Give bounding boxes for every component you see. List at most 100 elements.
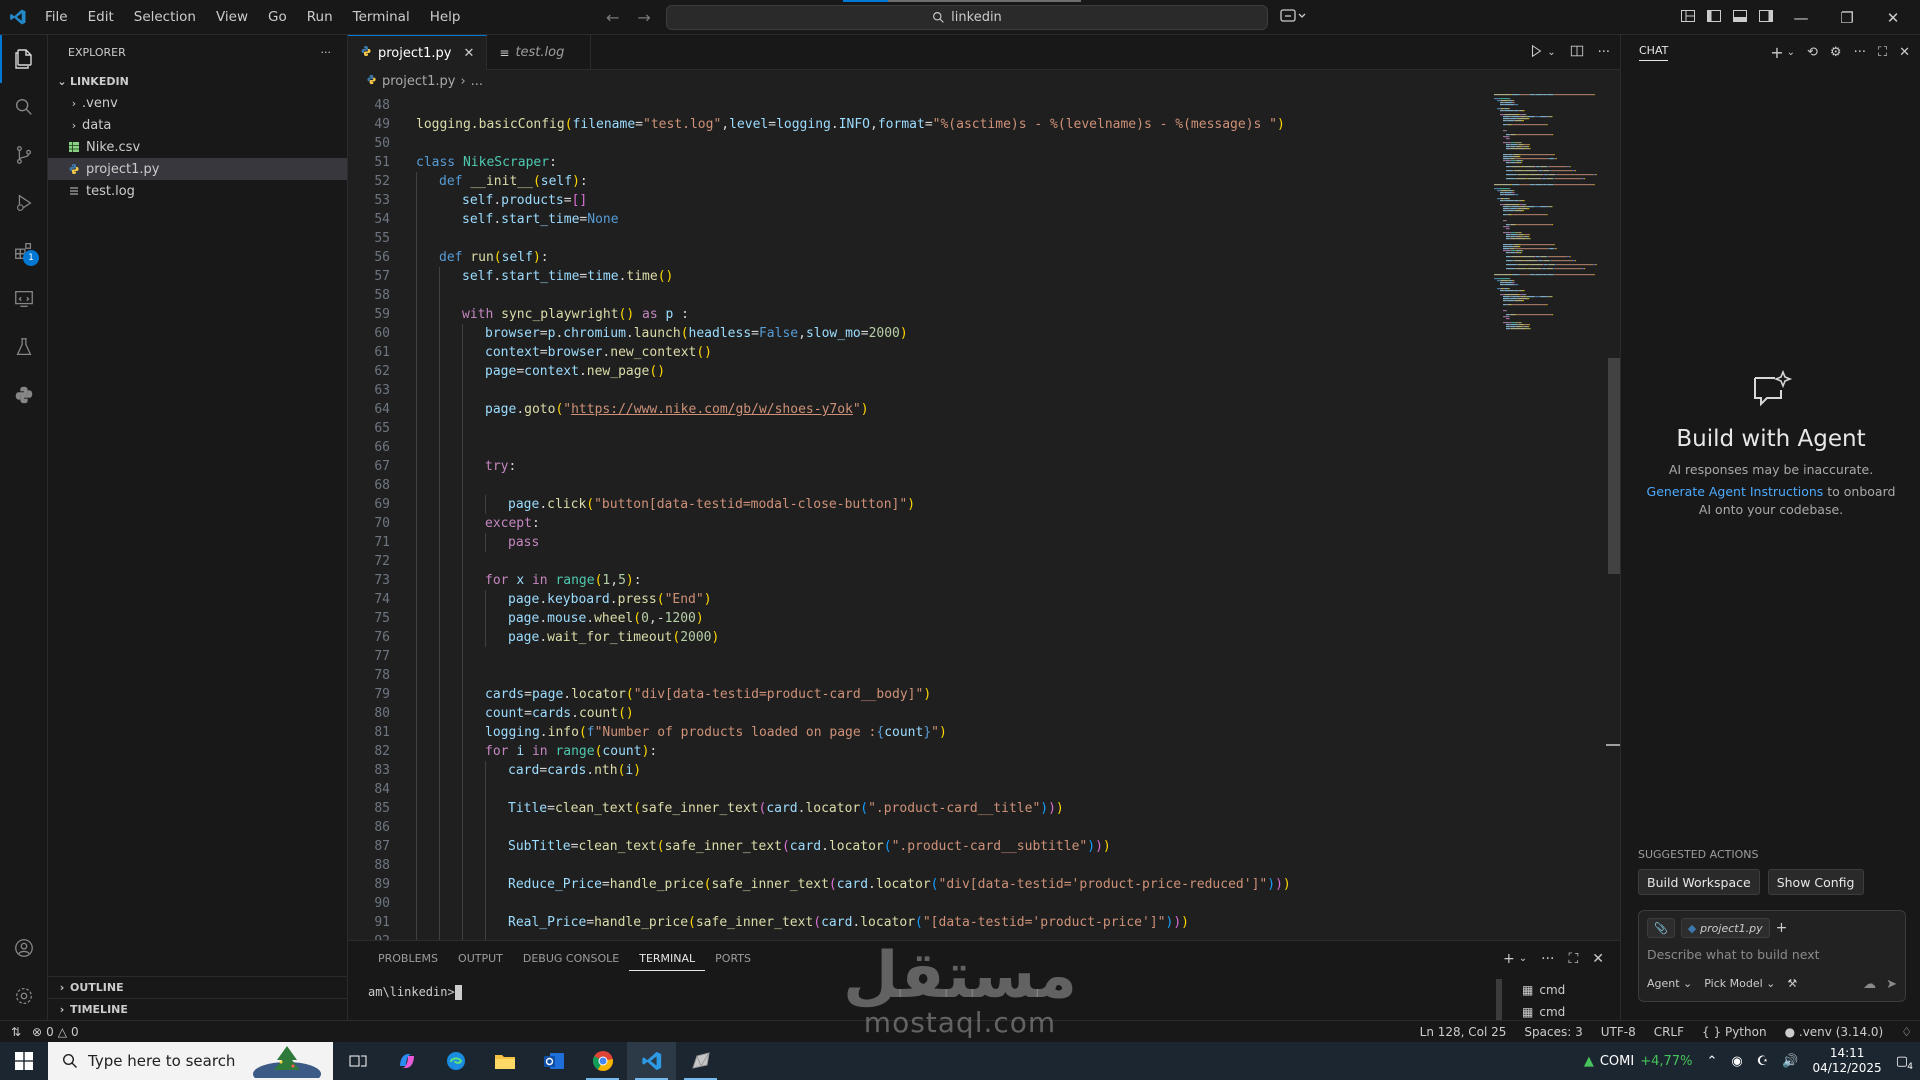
minimap[interactable] [1490, 92, 1600, 940]
scrollbar-thumb[interactable] [1608, 358, 1620, 574]
code-line[interactable]: 79 cards=page.locator("div[data-testid=pr… [348, 685, 1488, 704]
tab-debug-console[interactable]: DEBUG CONSOLE [513, 941, 629, 976]
code-line[interactable]: 54 self.start_time=None [348, 210, 1488, 229]
maximize-panel-icon[interactable]: ⛶ [1568, 951, 1578, 967]
code-line[interactable]: 76 page.wait_for_timeout(2000) [348, 628, 1488, 647]
chat-input-box[interactable]: 📎 ◆ project1.py + Describe what to build… [1638, 910, 1906, 1002]
settings-gear-icon[interactable]: ⚙ [1830, 45, 1842, 60]
manage-gear-icon[interactable] [0, 972, 48, 1020]
chrome-browser-icon[interactable] [578, 1042, 627, 1080]
tab-ports[interactable]: PORTS [705, 941, 761, 976]
code-line[interactable]: 82 for i in range(count): [348, 742, 1488, 761]
meet-now-icon[interactable]: ◉ [1731, 1054, 1742, 1069]
code-line[interactable]: 83 card=cards.nth(i) [348, 761, 1488, 780]
code-line[interactable]: 59 with sync_playwright() as p : [348, 305, 1488, 324]
code-line[interactable]: 53 self.products=[] [348, 191, 1488, 210]
encoding[interactable]: UTF-8 [1601, 1025, 1636, 1039]
timeline-section[interactable]: › TIMELINE [48, 998, 348, 1020]
chat-input-placeholder[interactable]: Describe what to build next [1647, 947, 1820, 962]
tab-test-log[interactable]: ≡ test.log [487, 35, 592, 70]
tools-icon[interactable]: ⚒ [1787, 977, 1797, 990]
taskbar-search[interactable]: Type here to search [48, 1042, 333, 1080]
source-control-icon[interactable] [0, 131, 48, 179]
toggle-panel-icon[interactable] [1732, 8, 1748, 24]
close-window-icon[interactable]: ✕ [1870, 0, 1916, 35]
explorer-icon[interactable] [0, 35, 48, 83]
add-context-icon[interactable]: + [1776, 920, 1788, 936]
cursor-position[interactable]: Ln 128, Col 25 [1420, 1025, 1507, 1039]
code-line[interactable]: 72 [348, 552, 1488, 571]
chevron-down-icon[interactable]: ⌄ [1519, 953, 1527, 964]
copilot-app-icon[interactable] [382, 1042, 431, 1080]
end-of-line[interactable]: CRLF [1654, 1025, 1684, 1039]
account-icon[interactable] [0, 924, 48, 972]
code-line[interactable]: 78 [348, 666, 1488, 685]
chat-title[interactable]: CHAT [1639, 44, 1669, 61]
indentation[interactable]: Spaces: 3 [1524, 1025, 1582, 1039]
menu-run[interactable]: Run [297, 0, 343, 35]
code-line[interactable]: 74 page.keyboard.press("End") [348, 590, 1488, 609]
tree-item-venv[interactable]: › .venv [48, 92, 347, 114]
code-line[interactable]: 51 class NikeScraper: [348, 153, 1488, 172]
send-icon[interactable]: ➤ [1886, 977, 1897, 992]
command-center-search[interactable]: linkedin [666, 5, 1268, 30]
file-explorer-icon[interactable] [480, 1042, 529, 1080]
mode-picker[interactable]: Agent ⌄ [1647, 977, 1692, 990]
wifi-icon[interactable]: ☪ [1757, 1054, 1769, 1069]
code-line[interactable]: 77 [348, 647, 1488, 666]
tree-item-project1-py[interactable]: project1.py [48, 158, 347, 180]
menu-terminal[interactable]: Terminal [343, 0, 420, 35]
tab-problems[interactable]: PROBLEMS [368, 941, 448, 976]
outlook-icon[interactable] [529, 1042, 578, 1080]
restore-icon[interactable]: ❐ [1824, 0, 1870, 35]
toggle-primary-sidebar-icon[interactable] [1706, 8, 1722, 24]
code-line[interactable]: 73 for x in range(1,5): [348, 571, 1488, 590]
python-app-icon[interactable] [676, 1042, 725, 1080]
code-line[interactable]: 65 [348, 419, 1488, 438]
delegate-cloud-icon[interactable]: ☁ [1863, 977, 1876, 992]
problems-indicator[interactable]: ⊗ 0 △ 0 [32, 1025, 79, 1039]
code-line[interactable]: 85 Title=clean_text(safe_inner_text(card.… [348, 799, 1488, 818]
code-area[interactable]: 48 49 logging.basicConfig(filename="test.l… [348, 92, 1488, 940]
code-line[interactable]: 64 page.goto("https://www.nike.com/gb/w/s… [348, 400, 1488, 419]
context-file-chip[interactable]: ◆ project1.py [1680, 918, 1770, 938]
vscode-app-icon[interactable] [627, 1042, 676, 1080]
breadcrumb-file[interactable]: project1.py [382, 74, 455, 89]
tree-item-test-log[interactable]: test.log [48, 180, 347, 202]
code-line[interactable]: 66 [348, 438, 1488, 457]
code-line[interactable]: 81 logging.info(f"Number of products load… [348, 723, 1488, 742]
stock-widget[interactable]: ▲ COMI +4,77% [1584, 1054, 1693, 1069]
outline-section[interactable]: › OUTLINE [48, 976, 348, 998]
code-line[interactable]: 63 [348, 381, 1488, 400]
notification-center-icon[interactable]: ▢ 4 [1896, 1054, 1913, 1072]
show-config-button[interactable]: Show Config [1767, 869, 1864, 895]
tree-item-nike-csv[interactable]: Nike.csv [48, 136, 347, 158]
edge-browser-icon[interactable] [431, 1042, 480, 1080]
code-line[interactable]: 60 browser=p.chromium.launch(headless=Fal… [348, 324, 1488, 343]
tab-terminal[interactable]: TERMINAL [629, 947, 706, 971]
toggle-secondary-sidebar-icon[interactable] [1758, 8, 1774, 24]
code-line[interactable]: 58 [348, 286, 1488, 305]
terminal-output[interactable]: am\linkedin> [368, 985, 462, 1000]
back-arrow-icon[interactable]: ← [606, 8, 619, 27]
code-line[interactable]: 87 SubTitle=clean_text(safe_inner_text(ca… [348, 837, 1488, 856]
testing-icon[interactable] [0, 323, 48, 371]
notifications-bell-icon[interactable]: ♢ [1901, 1025, 1912, 1039]
menu-edit[interactable]: Edit [78, 0, 124, 35]
volume-icon[interactable]: 🔊 [1782, 1054, 1798, 1069]
generate-agent-instructions-link[interactable]: Generate Agent Instructions [1647, 484, 1824, 499]
code-line[interactable]: 55 [348, 229, 1488, 248]
editor-scrollbar[interactable] [1606, 92, 1620, 940]
remote-indicator-icon[interactable]: ⇅ [0, 1021, 32, 1043]
run-debug-icon[interactable] [0, 179, 48, 227]
code-line[interactable]: 50 [348, 134, 1488, 153]
menu-file[interactable]: File [35, 0, 78, 35]
chevron-down-icon[interactable]: ⌄ [1547, 47, 1555, 58]
menu-view[interactable]: View [206, 0, 258, 35]
menu-go[interactable]: Go [258, 0, 297, 35]
new-chat-icon[interactable]: + [1770, 43, 1783, 62]
workspace-root[interactable]: ⌄ LINKEDIN [48, 70, 347, 92]
show-hidden-icons-icon[interactable]: ⌃ [1706, 1054, 1717, 1069]
windows-start-icon[interactable] [0, 1042, 48, 1080]
search-icon[interactable] [0, 83, 48, 131]
